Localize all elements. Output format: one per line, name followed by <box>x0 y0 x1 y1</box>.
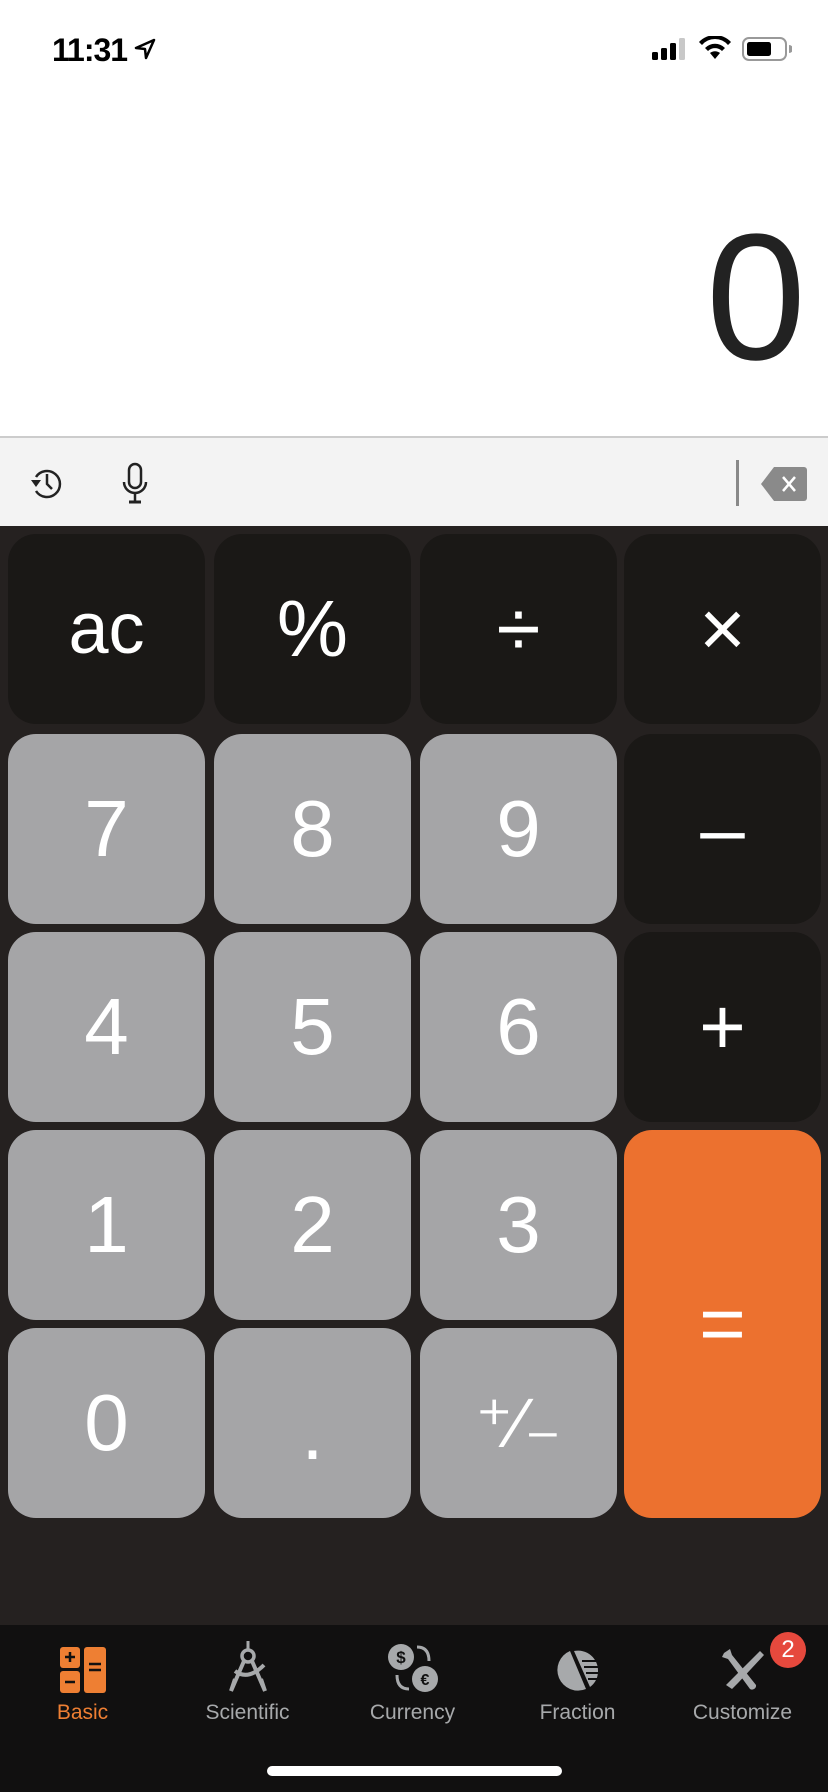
equals-key[interactable]: = <box>624 1130 821 1518</box>
subtract-key[interactable]: – <box>624 734 821 924</box>
tab-label: Currency <box>369 1701 456 1724</box>
tab-label: Customize <box>692 1701 793 1724</box>
cellular-signal-icon <box>652 38 685 60</box>
keypad: ac% ÷ × 7 8 9– 4 5 6 +1 2 3 = 0. ⁺∕₋ <box>0 526 828 1625</box>
key-4[interactable]: 4 <box>8 932 205 1122</box>
compass-icon <box>228 1641 267 1692</box>
basic-calculator-icon <box>59 1647 106 1693</box>
percent-key[interactable]: % <box>214 534 411 724</box>
currency-exchange-icon: $€ <box>387 1644 438 1692</box>
decimal-key[interactable]: . <box>214 1328 411 1518</box>
pie-chart-icon <box>556 1650 599 1691</box>
microphone-icon[interactable] <box>120 462 150 506</box>
key-5[interactable]: 5 <box>214 932 411 1122</box>
plus-minus-key[interactable]: ⁺∕₋ <box>420 1328 617 1518</box>
backspace-icon[interactable] <box>760 466 808 502</box>
key-1[interactable]: 1 <box>8 1130 205 1320</box>
text-cursor <box>736 460 739 506</box>
display-value: 0 <box>705 197 806 398</box>
divide-key[interactable]: ÷ <box>420 534 617 724</box>
svg-text:$: $ <box>396 1648 406 1667</box>
tab-scientific[interactable]: Scientific <box>165 1637 330 1737</box>
key-7[interactable]: 7 <box>8 734 205 924</box>
key-8[interactable]: 8 <box>214 734 411 924</box>
status-bar: 11:31 <box>0 0 828 90</box>
tools-icon <box>721 1649 764 1690</box>
tab-label: Fraction <box>539 1701 616 1724</box>
key-3[interactable]: 3 <box>420 1130 617 1320</box>
add-key[interactable]: + <box>624 932 821 1122</box>
key-6[interactable]: 6 <box>420 932 617 1122</box>
svg-text:€: € <box>420 1672 429 1689</box>
tab-label: Scientific <box>205 1701 290 1724</box>
tab-fraction[interactable]: Fraction <box>495 1637 660 1737</box>
home-indicator[interactable] <box>267 1766 562 1776</box>
tab-basic[interactable]: Basic <box>0 1637 165 1737</box>
display-area: 0 <box>0 90 828 436</box>
tab-label: Basic <box>56 1701 109 1724</box>
all-clear-key[interactable]: ac <box>8 534 205 724</box>
wifi-icon <box>699 36 731 59</box>
notification-badge: 2 <box>770 1632 806 1668</box>
history-icon[interactable] <box>28 464 66 502</box>
tab-currency[interactable]: $ € Currency <box>330 1637 495 1737</box>
input-toolbar <box>0 436 828 526</box>
battery-icon <box>742 37 792 61</box>
multiply-key[interactable]: × <box>624 534 821 724</box>
status-time: 11:31 <box>52 32 128 68</box>
key-9[interactable]: 9 <box>420 734 617 924</box>
location-arrow-icon <box>134 38 156 60</box>
key-0[interactable]: 0 <box>8 1328 205 1518</box>
key-2[interactable]: 2 <box>214 1130 411 1320</box>
